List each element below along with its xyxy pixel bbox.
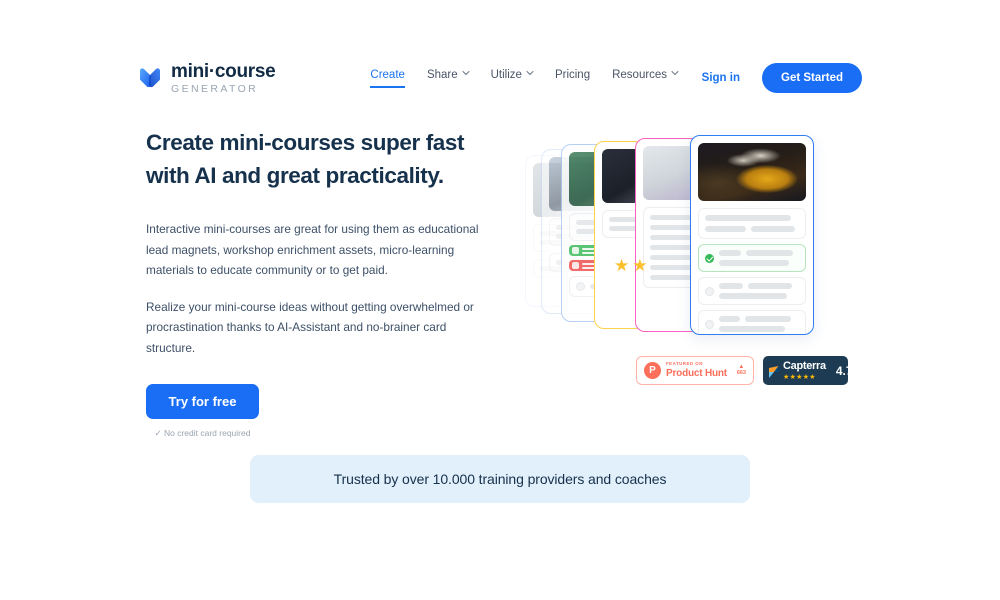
star-icon: ★ bbox=[614, 256, 630, 275]
get-started-button[interactable]: Get Started bbox=[762, 63, 862, 93]
product-hunt-featured-label: FEATURED ON bbox=[666, 361, 703, 367]
hero-paragraph-1: Interactive mini-courses are great for u… bbox=[146, 222, 479, 277]
card-option bbox=[698, 310, 806, 334]
sign-in-link[interactable]: Sign in bbox=[702, 72, 740, 84]
product-hunt-icon: P bbox=[644, 362, 661, 379]
try-for-free-button[interactable]: Try for free bbox=[146, 384, 259, 419]
chevron-down-icon bbox=[526, 70, 534, 77]
nav-label-create: Create bbox=[370, 68, 405, 81]
product-hunt-upvotes: ▲ 663 bbox=[737, 364, 746, 377]
nav-item-share[interactable]: Share bbox=[426, 68, 470, 88]
course-card-stack-illustration: ★ ★ bbox=[525, 135, 835, 350]
brand-name: mini·course bbox=[171, 60, 276, 82]
nav-label-utilize: Utilize bbox=[490, 68, 522, 81]
site-header: mini·course GENERATOR Create Share Utili… bbox=[138, 58, 862, 98]
circle-icon bbox=[705, 286, 714, 296]
circle-icon bbox=[705, 319, 714, 329]
capterra-name: Capterra bbox=[783, 359, 826, 372]
capterra-badge[interactable]: Capterra ★★★★★ 4.7 bbox=[763, 356, 853, 385]
trusted-by-banner: Trusted by over 10.000 training provider… bbox=[250, 455, 750, 503]
page-title: Create mini-courses super fast with AI a… bbox=[146, 126, 496, 192]
nav-item-resources[interactable]: Resources bbox=[612, 68, 679, 88]
hero-paragraph-2: Realize your mini-course ideas without g… bbox=[146, 299, 474, 355]
circle-icon bbox=[576, 282, 585, 291]
rating-stars-icon: ★ ★ bbox=[614, 257, 648, 274]
brand-subtitle: GENERATOR bbox=[171, 82, 259, 95]
stack-card-front bbox=[690, 135, 814, 335]
card-text-block bbox=[698, 208, 806, 239]
header-actions: Sign in Get Started bbox=[702, 63, 862, 93]
product-hunt-text: FEATURED ON Product Hunt bbox=[666, 361, 732, 379]
main-navigation: Create Share Utilize Pricing Resources bbox=[370, 68, 679, 88]
chevron-down-icon bbox=[462, 70, 470, 77]
nav-item-pricing[interactable]: Pricing bbox=[555, 69, 590, 88]
mini-course-logo-icon bbox=[138, 67, 162, 89]
card-option bbox=[698, 277, 806, 305]
card-option-completed bbox=[698, 244, 806, 272]
no-credit-card-note: ✓ No credit card required bbox=[154, 428, 251, 438]
capterra-stars-icon: ★★★★★ bbox=[783, 373, 816, 381]
review-badges: P FEATURED ON Product Hunt ▲ 663 Capterr… bbox=[636, 356, 853, 385]
hero-title-line-1: Create mini-courses super fast bbox=[146, 130, 465, 155]
nav-item-create[interactable]: Create bbox=[370, 69, 405, 88]
star-icon: ★ bbox=[632, 256, 648, 275]
product-hunt-name: Product Hunt bbox=[666, 367, 727, 379]
capterra-text: Capterra ★★★★★ bbox=[783, 359, 826, 381]
landing-page: mini·course GENERATOR Create Share Utili… bbox=[0, 0, 1000, 600]
product-hunt-badge[interactable]: P FEATURED ON Product Hunt ▲ 663 bbox=[636, 356, 754, 385]
brand-logo[interactable]: mini·course GENERATOR bbox=[138, 60, 276, 95]
nav-label-resources: Resources bbox=[612, 68, 668, 81]
nav-item-utilize[interactable]: Utilize bbox=[490, 68, 534, 88]
check-circle-icon bbox=[705, 253, 714, 263]
capterra-score: 4.7 bbox=[835, 363, 853, 378]
trusted-by-text: Trusted by over 10.000 training provider… bbox=[333, 471, 667, 487]
chevron-down-icon bbox=[671, 70, 679, 77]
nav-label-pricing: Pricing bbox=[554, 68, 591, 81]
nav-label-share: Share bbox=[426, 68, 458, 81]
hero-content: Create mini-courses super fast with AI a… bbox=[146, 126, 496, 439]
product-hunt-upvote-count: 663 bbox=[736, 370, 746, 377]
brand-text: mini·course GENERATOR bbox=[171, 60, 276, 95]
capterra-flag-icon bbox=[769, 365, 779, 378]
card-image-walle bbox=[698, 143, 806, 201]
hero-title-line-2: with AI and great practicality. bbox=[146, 163, 444, 188]
